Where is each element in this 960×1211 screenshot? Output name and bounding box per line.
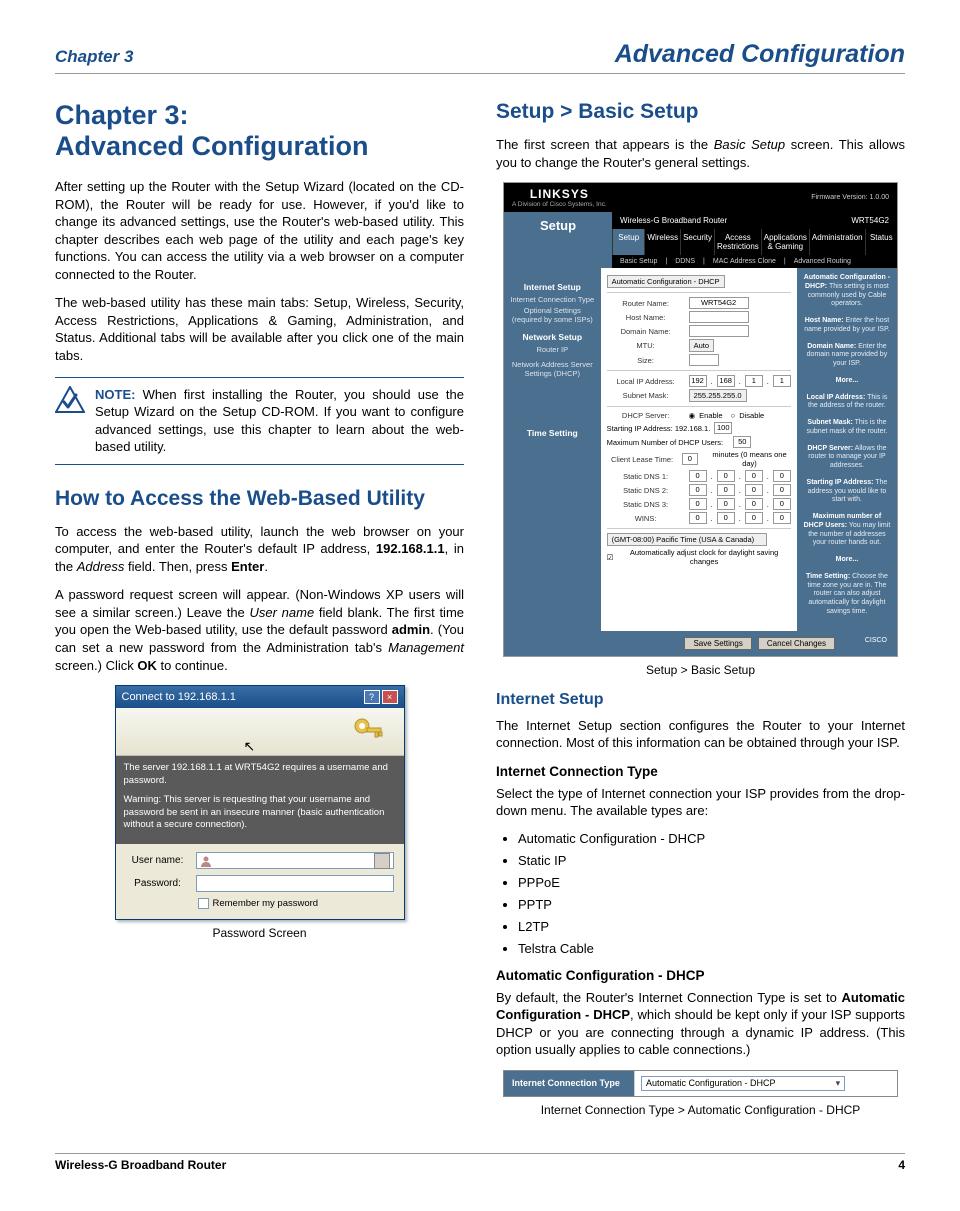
list-item: Automatic Configuration - DHCP bbox=[518, 831, 905, 846]
remember-checkbox[interactable]: Remember my password bbox=[198, 898, 394, 909]
header-chapter: Chapter 3 bbox=[55, 47, 133, 67]
subtab-routing[interactable]: Advanced Routing bbox=[794, 258, 851, 265]
subtab-mac[interactable]: MAC Address Clone bbox=[713, 258, 776, 265]
tab-admin[interactable]: Administration bbox=[809, 229, 865, 255]
heading-access: How to Access the Web-Based Utility bbox=[55, 487, 464, 511]
list-item: PPPoE bbox=[518, 875, 905, 890]
figure-router-setup: LINKSYS A Division of Cisco Systems, Inc… bbox=[496, 182, 905, 657]
figure-ict-strip: Internet Connection Type Automatic Confi… bbox=[503, 1070, 898, 1097]
note-label: NOTE: bbox=[95, 387, 135, 402]
router-left-nav: Internet Setup Internet Connection Type … bbox=[504, 268, 601, 631]
dialog-banner: ↖ bbox=[116, 708, 404, 756]
heading-basic-setup: Setup > Basic Setup bbox=[496, 100, 905, 124]
linksys-logo: LINKSYS bbox=[512, 187, 607, 201]
access-p1: To access the web-based utility, launch … bbox=[55, 523, 464, 576]
tab-status[interactable]: Status bbox=[865, 229, 897, 255]
page-footer: Wireless-G Broadband Router 4 bbox=[55, 1153, 905, 1172]
auto-dhcp-p: By default, the Router's Internet Connec… bbox=[496, 989, 905, 1059]
subtab-ddns[interactable]: DDNS bbox=[675, 258, 695, 265]
tab-setup[interactable]: Setup bbox=[612, 229, 644, 255]
checkmark-icon bbox=[55, 386, 85, 456]
list-item: L2TP bbox=[518, 919, 905, 934]
intro-paragraph-2: The web-based utility has these main tab… bbox=[55, 294, 464, 364]
footer-page-number: 4 bbox=[898, 1158, 905, 1172]
firmware-version: Firmware Version: 1.0.00 bbox=[811, 194, 889, 201]
basic-setup-p1: The first screen that appears is the Bas… bbox=[496, 136, 905, 171]
router-help-panel: Automatic Configuration - DHCP: This set… bbox=[797, 268, 897, 631]
conn-type-list: Automatic Configuration - DHCP Static IP… bbox=[496, 831, 905, 956]
heading-auto-dhcp: Automatic Configuration - DHCP bbox=[496, 968, 905, 983]
tab-apps[interactable]: Applications & Gaming bbox=[761, 229, 809, 255]
cursor-icon: ↖ bbox=[244, 738, 256, 755]
caption-password: Password Screen bbox=[55, 926, 464, 940]
dialog-titlebar: Connect to 192.168.1.1 ? × bbox=[116, 686, 404, 708]
ict-select[interactable]: Automatic Configuration - DHCP bbox=[641, 1076, 845, 1091]
router-subtabs: Basic Setup| DDNS| MAC Address Clone| Ad… bbox=[612, 255, 897, 268]
username-label: User name: bbox=[126, 855, 190, 866]
conn-type-select[interactable]: Automatic Configuration - DHCP bbox=[607, 275, 725, 288]
tab-setup-label: Setup bbox=[504, 212, 612, 268]
heading-conn-type: Internet Connection Type bbox=[496, 764, 905, 779]
timezone-select[interactable]: (GMT-08:00) Pacific Time (USA & Canada) bbox=[607, 533, 767, 546]
note-box: NOTE: When first installing the Router, … bbox=[55, 377, 464, 465]
heading-internet-setup: Internet Setup bbox=[496, 691, 905, 709]
dialog-title: Connect to 192.168.1.1 bbox=[122, 691, 236, 703]
close-icon[interactable]: × bbox=[382, 690, 398, 704]
tab-security[interactable]: Security bbox=[680, 229, 714, 255]
caption-ict: Internet Connection Type > Automatic Con… bbox=[496, 1103, 905, 1117]
cisco-logo: CISCO bbox=[841, 637, 891, 650]
footer-product: Wireless-G Broadband Router bbox=[55, 1158, 226, 1172]
help-icon[interactable]: ? bbox=[364, 690, 380, 704]
internet-p1: The Internet Setup section configures th… bbox=[496, 717, 905, 752]
conn-type-p: Select the type of Internet connection y… bbox=[496, 785, 905, 820]
right-column: Setup > Basic Setup The first screen tha… bbox=[496, 100, 905, 1131]
save-button[interactable]: Save Settings bbox=[684, 637, 751, 650]
tab-wireless[interactable]: Wireless bbox=[644, 229, 680, 255]
access-p2: A password request screen will appear. (… bbox=[55, 586, 464, 674]
router-admin-screenshot: LINKSYS A Division of Cisco Systems, Inc… bbox=[503, 182, 898, 657]
list-item: PPTP bbox=[518, 897, 905, 912]
username-input[interactable] bbox=[196, 852, 394, 869]
page-header: Chapter 3 Advanced Configuration bbox=[55, 40, 905, 74]
user-icon bbox=[200, 855, 212, 867]
router-form: Automatic Configuration - DHCP Router Na… bbox=[601, 268, 797, 631]
key-icon bbox=[350, 714, 386, 750]
list-item: Static IP bbox=[518, 853, 905, 868]
chapter-title: Chapter 3:Advanced Configuration bbox=[55, 100, 464, 162]
password-label: Password: bbox=[126, 878, 190, 889]
intro-paragraph-1: After setting up the Router with the Set… bbox=[55, 178, 464, 283]
router-main-tabs: Setup Wireless Security Access Restricti… bbox=[612, 229, 897, 255]
dialog-message: The server 192.168.1.1 at WRT54G2 requir… bbox=[116, 756, 404, 844]
header-title: Advanced Configuration bbox=[615, 40, 905, 69]
figure-password-dialog: Connect to 192.168.1.1 ? × bbox=[55, 685, 464, 920]
ict-label: Internet Connection Type bbox=[504, 1072, 634, 1094]
subtab-basic[interactable]: Basic Setup bbox=[620, 258, 657, 265]
dialog-form: User name: Password: Remember my passwor… bbox=[116, 844, 404, 919]
tab-access[interactable]: Access Restrictions bbox=[714, 229, 761, 255]
left-column: Chapter 3:Advanced Configuration After s… bbox=[55, 100, 464, 1131]
password-input[interactable] bbox=[196, 875, 394, 892]
caption-router-setup: Setup > Basic Setup bbox=[496, 663, 905, 677]
password-dialog: Connect to 192.168.1.1 ? × bbox=[115, 685, 405, 920]
list-item: Telstra Cable bbox=[518, 941, 905, 956]
note-text: NOTE: When first installing the Router, … bbox=[95, 386, 464, 456]
cancel-button[interactable]: Cancel Changes bbox=[758, 637, 835, 650]
